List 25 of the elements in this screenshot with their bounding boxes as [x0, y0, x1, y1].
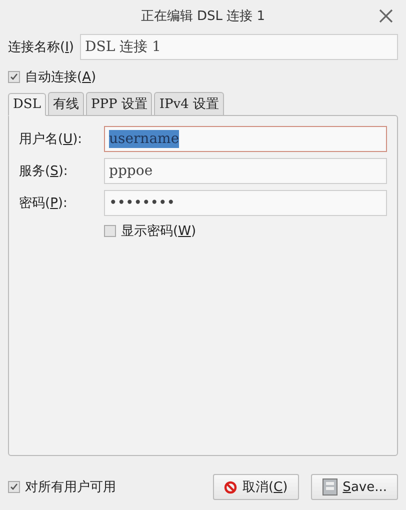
auto-connect-checkbox[interactable]: 自动连接(A)	[8, 68, 96, 86]
checkbox[interactable]	[8, 481, 20, 493]
tab[interactable]: 有线	[48, 92, 84, 116]
field-label: 用户名(U):	[19, 131, 84, 148]
checkbox[interactable]	[8, 71, 20, 83]
checkbox-label: 显示密码(W)	[121, 223, 196, 240]
stop-icon	[224, 480, 238, 494]
checkbox[interactable]	[104, 225, 116, 237]
tab[interactable]: IPv4 设置	[154, 92, 224, 116]
all-users-checkbox[interactable]: 对所有用户可用	[8, 478, 116, 496]
checkbox-label: 对所有用户可用	[25, 479, 116, 496]
save-button[interactable]: Save...	[310, 474, 398, 500]
input-field[interactable]: pppoe	[104, 158, 387, 184]
connection-name-field[interactable]: DSL 连接 1	[80, 34, 398, 60]
field-label: 密码(P):	[19, 195, 68, 212]
cancel-button[interactable]: 取消(C)	[213, 474, 299, 500]
checkbox-label: 自动连接(A)	[25, 69, 96, 86]
show-password-checkbox[interactable]: 显示密码(W)	[104, 222, 387, 240]
window-title: 正在编辑 DSL 连接 1	[140, 8, 266, 25]
input-field[interactable]: ••••••••	[104, 190, 387, 216]
tab[interactable]: PPP 设置	[86, 92, 152, 116]
tab[interactable]: DSL	[8, 93, 46, 116]
cabinet-icon	[322, 478, 338, 496]
field-label: 连接名称(I)	[8, 39, 74, 56]
field-label: 服务(S):	[19, 163, 69, 180]
